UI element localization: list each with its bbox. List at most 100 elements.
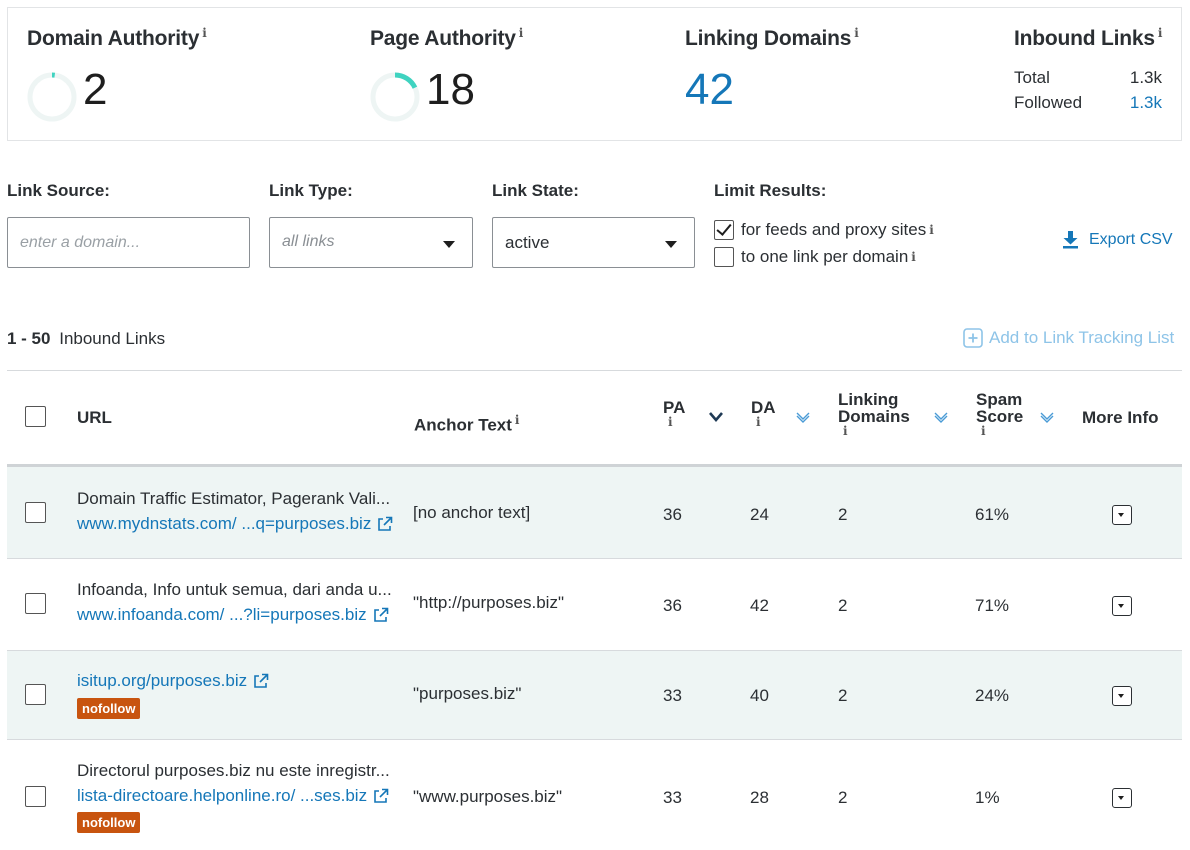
more-info-button[interactable] [1112,788,1132,808]
row-spam-score: 71% [975,596,1010,615]
page-authority-gauge [370,72,420,122]
limit-feeds-checkbox[interactable] [714,220,734,240]
row-anchor-text: "www.purposes.biz" [413,787,563,806]
row-spam-score: 1% [975,788,1000,807]
results-range: 1 - 50 Inbound Links [7,329,165,349]
download-icon [1063,231,1078,249]
limit-feeds-option[interactable]: for feeds and proxy sites i [714,219,934,241]
header-pa[interactable]: PA i [663,399,685,429]
domain-authority-gauge [27,72,77,122]
more-info-button[interactable] [1112,596,1132,616]
row-da: 42 [750,596,769,615]
limit-one-per-domain-checkbox[interactable] [714,247,734,267]
sort-chevron-icon[interactable] [1039,411,1055,423]
sort-chevron-icon[interactable] [795,411,811,423]
domain-authority-metric: Domain Authority i 2 [27,26,207,122]
info-icon[interactable]: i [515,413,520,427]
row-pa: 33 [663,686,682,705]
plus-square-icon [963,328,983,348]
row-pa: 33 [663,788,682,807]
header-linking-domains[interactable]: Linking Domains i [838,391,910,438]
add-to-link-tracking-button[interactable]: Add to Link Tracking List [963,328,1174,348]
info-icon[interactable]: i [202,26,207,40]
linking-domains-metric: Linking Domains i 42 [685,26,859,112]
link-state-select[interactable]: active [492,217,695,268]
inbound-followed-row: Followed 1.3k [1014,93,1162,113]
table-header: URL Anchor Text i PA i DA i Linking Domai… [7,371,1182,467]
link-state-label: Link State: [492,181,579,200]
row-page-title: Domain Traffic Estimator, Pagerank Vali.… [77,489,391,508]
export-csv-button[interactable]: Export CSV [1062,231,1173,249]
nofollow-badge: nofollow [77,698,141,719]
row-linking-domains: 2 [838,686,848,705]
table-row: Domain Traffic Estimator, Pagerank Vali.… [7,467,1182,559]
page-authority-label: Page Authority [370,27,516,50]
sort-active-chevron-icon[interactable] [708,411,724,423]
page-authority-metric: Page Authority i 18 [370,26,524,122]
row-da: 28 [750,788,769,807]
info-icon[interactable]: i [519,26,524,40]
link-type-label: Link Type: [269,181,353,200]
results-range-label: Inbound Links [59,329,166,348]
info-icon[interactable]: i [843,423,848,440]
sort-chevron-icon[interactable] [933,411,949,423]
caret-down-icon [443,241,455,248]
info-icon[interactable]: i [854,26,859,40]
info-icon[interactable]: i [668,414,673,431]
link-source-input[interactable] [8,218,249,267]
row-page-title: Directorul purposes.biz nu este inregist… [77,761,390,780]
row-linking-domains: 2 [838,596,848,615]
inbound-links-metric: Inbound Links i Total 1.3k Followed 1.3k [1014,26,1174,112]
row-checkbox[interactable] [25,684,46,705]
info-icon[interactable]: i [1158,26,1163,40]
row-spam-score: 61% [975,505,1010,524]
limit-one-per-domain-label[interactable]: to one link per domain [741,247,908,267]
nofollow-badge: nofollow [77,812,141,833]
external-link-icon[interactable] [373,788,389,804]
row-anchor-text: [no anchor text] [413,503,531,522]
domain-authority-value: 2 [83,65,108,114]
external-link-icon[interactable] [377,516,393,532]
row-url-link[interactable]: www.mydnstats.com/ ...q=purposes.biz [77,514,393,534]
header-spam-score[interactable]: Spam Score i [976,391,1023,438]
inbound-links-table: URL Anchor Text i PA i DA i Linking Domai… [7,370,1182,850]
linking-domains-label: Linking Domains [685,27,852,50]
inbound-total-value: 1.3k [1129,68,1162,87]
row-pa: 36 [663,505,682,524]
select-all-checkbox[interactable] [25,406,46,427]
limit-feeds-label[interactable]: for feeds and proxy sites [741,220,926,240]
row-spam-score: 24% [975,686,1010,705]
link-source-field [7,217,250,268]
row-da: 24 [750,505,769,524]
page-authority-value: 18 [426,65,475,114]
info-icon[interactable]: i [929,223,934,237]
row-url-link[interactable]: www.infoanda.com/ ...?li=purposes.biz [77,605,389,625]
inbound-followed-label: Followed [1014,93,1083,112]
inbound-followed-value[interactable]: 1.3k [1130,93,1162,113]
row-linking-domains: 2 [838,505,848,524]
header-da[interactable]: DA i [751,399,776,429]
header-url: URL [77,408,112,427]
more-info-button[interactable] [1112,686,1132,706]
row-checkbox[interactable] [25,502,46,523]
link-state-value: active [505,233,550,252]
info-icon[interactable]: i [911,250,916,264]
results-range-numbers: 1 - 50 [7,329,51,348]
more-info-button[interactable] [1112,505,1132,525]
info-icon[interactable]: i [756,414,761,431]
link-type-value: all links [282,233,335,250]
link-source-label: Link Source: [7,181,110,200]
row-checkbox[interactable] [25,786,46,807]
caret-down-icon [665,241,677,248]
external-link-icon[interactable] [253,673,269,689]
row-url-link[interactable]: lista-directoare.helponline.ro/ ...ses.b… [77,786,389,806]
info-icon[interactable]: i [981,423,986,440]
row-checkbox[interactable] [25,593,46,614]
header-more-info: More Info [1082,408,1159,427]
link-type-select[interactable]: all links [269,217,473,268]
row-url-link[interactable]: isitup.org/purposes.biz [77,671,269,691]
row-page-title: Infoanda, Info untuk semua, dari anda u.… [77,580,392,599]
linking-domains-value[interactable]: 42 [685,68,734,112]
external-link-icon[interactable] [373,607,389,623]
limit-one-per-domain-option[interactable]: to one link per domain i [714,246,916,268]
